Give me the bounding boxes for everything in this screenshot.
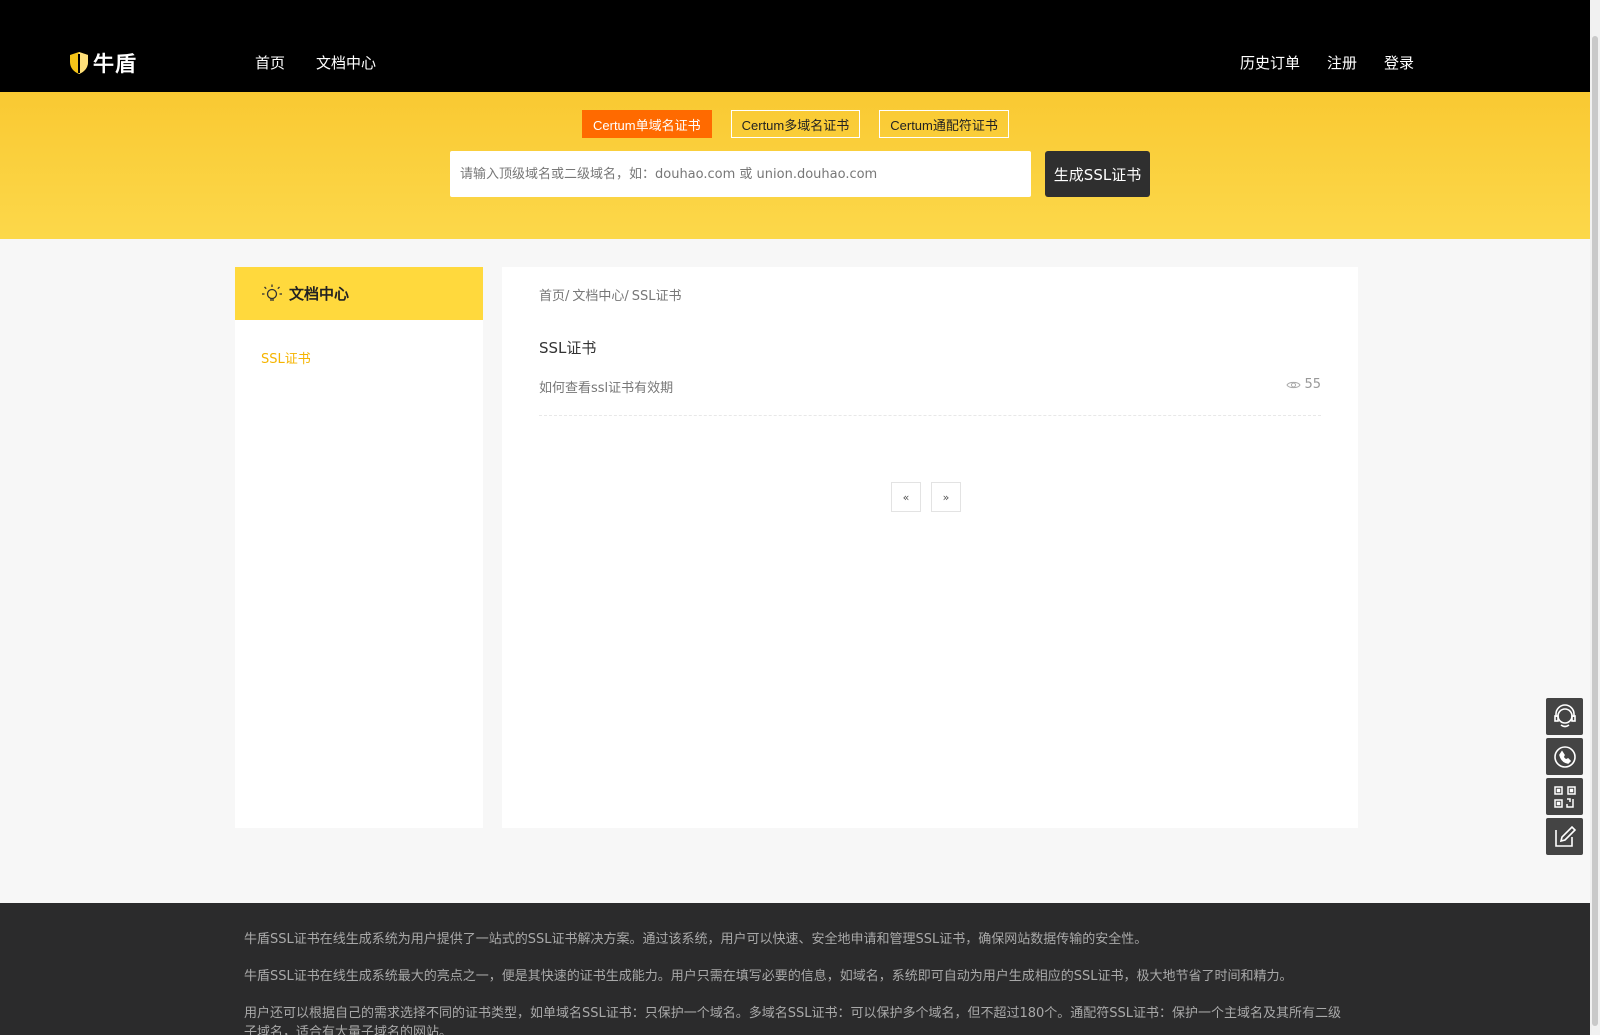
- hero-banner: Certum单域名证书 Certum多域名证书 Certum通配符证书 生成SS…: [0, 92, 1590, 239]
- main-panel: 首页/ 文档中心/ SSL证书 SSL证书 如何查看ssl证书有效期 55 « …: [502, 267, 1358, 828]
- page-title: SSL证书: [539, 339, 597, 357]
- next-page-button[interactable]: »: [931, 482, 961, 512]
- sidebar: 文档中心 SSL证书: [235, 267, 483, 828]
- nav-docs[interactable]: 文档中心: [316, 52, 376, 73]
- shield-icon: [70, 52, 88, 74]
- sidebar-header: 文档中心: [235, 267, 483, 320]
- view-count-value: 55: [1304, 377, 1321, 392]
- floating-toolbar: [1546, 698, 1583, 858]
- tab-multi-domain[interactable]: Certum多域名证书: [730, 110, 861, 138]
- breadcrumb-current: SSL证书: [631, 289, 682, 304]
- main-nav: 首页 文档中心: [255, 52, 407, 73]
- top-bar: 牛盾 首页 文档中心 历史订单 注册 登录: [0, 0, 1590, 92]
- footer-paragraph: 用户还可以根据自己的需求选择不同的证书类型，如单域名SSL证书：只保护一个域名。…: [244, 1006, 1342, 1035]
- user-nav: 历史订单 注册 登录: [1213, 52, 1414, 73]
- cert-type-tabs: Certum单域名证书 Certum多域名证书 Certum通配符证书: [582, 110, 1028, 138]
- sidebar-title: 文档中心: [289, 285, 350, 303]
- edit-icon[interactable]: [1546, 818, 1583, 855]
- list-item: 如何查看ssl证书有效期 55: [539, 377, 1321, 416]
- nav-register[interactable]: 注册: [1327, 52, 1357, 73]
- page-scrollbar[interactable]: [1590, 0, 1600, 1035]
- nav-home[interactable]: 首页: [255, 52, 285, 73]
- lightbulb-icon: [262, 284, 282, 301]
- breadcrumb: 首页/ 文档中心/ SSL证书: [539, 285, 685, 304]
- view-count: 55: [1286, 377, 1321, 392]
- tab-single-domain[interactable]: Certum单域名证书: [582, 110, 712, 138]
- nav-login[interactable]: 登录: [1384, 52, 1414, 73]
- breadcrumb-docs[interactable]: 文档中心/: [572, 285, 628, 304]
- footer-paragraph: 牛盾SSL证书在线生成系统为用户提供了一站式的SSL证书解决方案。通过该系统，用…: [244, 932, 1148, 947]
- generate-ssl-button[interactable]: 生成SSL证书: [1045, 151, 1150, 197]
- logo-text: 牛盾: [93, 52, 137, 76]
- sidebar-item-ssl[interactable]: SSL证书: [261, 348, 483, 367]
- footer: 牛盾SSL证书在线生成系统为用户提供了一站式的SSL证书解决方案。通过该系统，用…: [0, 903, 1590, 1035]
- domain-input[interactable]: [450, 151, 1031, 197]
- breadcrumb-home[interactable]: 首页/: [539, 285, 569, 304]
- tab-wildcard[interactable]: Certum通配符证书: [879, 110, 1009, 138]
- pagination: « »: [891, 482, 971, 512]
- scrollbar-thumb[interactable]: [1592, 36, 1598, 1026]
- phone-icon[interactable]: [1546, 738, 1583, 775]
- qr-code-icon[interactable]: [1546, 778, 1583, 815]
- nav-order-history[interactable]: 历史订单: [1240, 52, 1300, 73]
- article-link[interactable]: 如何查看ssl证书有效期: [539, 377, 673, 396]
- logo[interactable]: 牛盾: [68, 48, 137, 78]
- footer-paragraph: 牛盾SSL证书在线生成系统最大的亮点之一，便是其快速的证书生成能力。用户只需在填…: [244, 969, 1293, 984]
- prev-page-button[interactable]: «: [891, 482, 921, 512]
- eye-icon: [1286, 381, 1302, 388]
- customer-service-icon[interactable]: [1546, 698, 1583, 735]
